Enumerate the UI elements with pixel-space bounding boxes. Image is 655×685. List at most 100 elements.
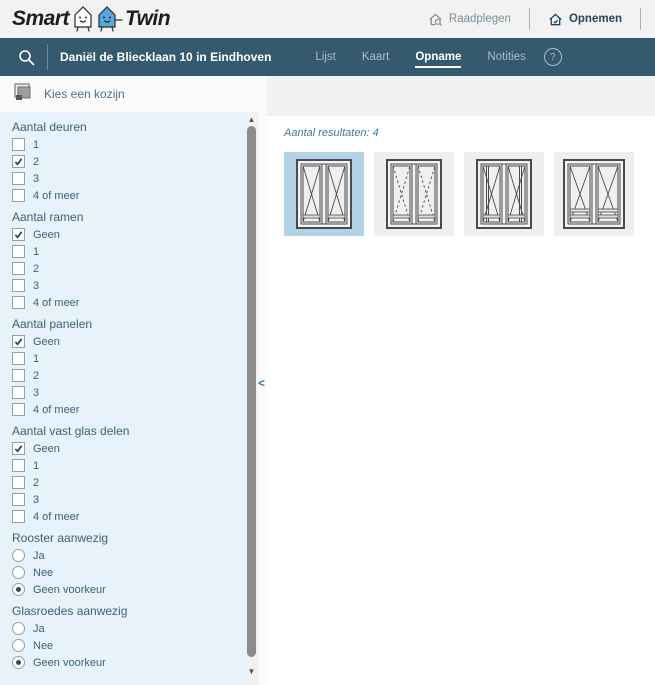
radio-glasroedes-aanwezig-nee[interactable]: Nee [12,637,232,654]
header-divider [640,8,641,30]
sidebar-title: Kies een kozijn [44,87,125,101]
main-top-strip [267,76,655,116]
radio-glasroedes-aanwezig-geen-voorkeur[interactable]: Geen voorkeur [12,654,232,671]
results-count-label: Aantal resultaten: 4 [284,127,655,139]
result-tiles [284,152,655,236]
search-icon[interactable] [18,49,35,66]
filter-sidebar: Kies een kozijn Aantal deuren 1 2 3 4 of… [0,76,258,685]
checkbox-aantal-ramen-3[interactable]: 3 [12,277,232,294]
filter-section: Rooster aanwezig Ja Nee Geen voorkeur [12,525,232,598]
filter-section: Aantal vast glas delen Geen 1 2 3 4 of m… [12,418,232,525]
checkbox-control[interactable] [12,403,25,416]
checkbox-aantal-vast-glas-delen-1[interactable]: 1 [12,457,232,474]
nav-divider [47,44,48,70]
collapse-sidebar-icon[interactable]: < [258,376,265,390]
kozijn-icon [12,82,34,107]
action-raadplegen-button[interactable]: Raadplegen [424,12,515,27]
checkbox-control[interactable] [12,352,25,365]
checkbox-control[interactable] [12,493,25,506]
checkbox-control[interactable] [12,262,25,275]
radio-control[interactable] [12,639,25,652]
checkbox-aantal-deuren-2[interactable]: 2 [12,153,232,170]
checkbox-aantal-panelen-1[interactable]: 1 [12,350,232,367]
filter-section: Aantal deuren 1 2 3 4 of meer [12,114,232,204]
house-search-icon [428,12,443,27]
checkbox-aantal-vast-glas-delen-geen[interactable]: Geen [12,440,232,457]
radio-control[interactable] [12,549,25,562]
checkbox-aantal-deuren-1[interactable]: 1 [12,136,232,153]
filter-section-title: Glasroedes aanwezig [12,598,232,620]
checkbox-aantal-panelen-4-of-meer[interactable]: 4 of meer [12,401,232,418]
checkbox-control[interactable] [12,228,25,241]
radio-rooster-aanwezig-ja[interactable]: Ja [12,547,232,564]
checkbox-control[interactable] [12,172,25,185]
address-label: Daniël de Bliecklaan 10 in Eindhoven [60,50,271,64]
checkbox-aantal-vast-glas-delen-4-of-meer[interactable]: 4 of meer [12,508,232,525]
tab-opname[interactable]: Opname [415,47,461,68]
scroll-down-icon[interactable]: ▼ [245,665,258,677]
help-icon[interactable]: ? [544,48,562,66]
scroll-up-icon[interactable]: ▲ [245,113,258,125]
checkbox-control[interactable] [12,279,25,292]
checkbox-aantal-vast-glas-delen-3[interactable]: 3 [12,491,232,508]
radio-control[interactable] [12,656,25,669]
header-actions: Raadplegen Opnemen [424,0,655,38]
filter-section-title: Aantal ramen [12,204,232,226]
checkbox-control[interactable] [12,510,25,523]
nav-tabs: Lijst Kaart Opname Notities [315,47,525,68]
checkbox-control[interactable] [12,138,25,151]
sidebar-scrollbar[interactable]: ▲ ▼ [245,112,258,685]
checkbox-control[interactable] [12,442,25,455]
checkbox-aantal-ramen-4-of-meer[interactable]: 4 of meer [12,294,232,311]
radio-rooster-aanwezig-nee[interactable]: Nee [12,564,232,581]
filter-section-title: Aantal vast glas delen [12,418,232,440]
checkbox-aantal-ramen-2[interactable]: 2 [12,260,232,277]
checkbox-aantal-ramen-geen[interactable]: Geen [12,226,232,243]
tab-kaart[interactable]: Kaart [362,47,390,68]
checkbox-aantal-panelen-2[interactable]: 2 [12,367,232,384]
top-header: Smart [0,0,655,38]
sidebar-header: Kies een kozijn [0,76,258,112]
checkbox-control[interactable] [12,369,25,382]
checkbox-control[interactable] [12,245,25,258]
filter-section-title: Rooster aanwezig [12,525,232,547]
filter-section: Glasroedes aanwezig Ja Nee Geen voorkeur [12,598,232,671]
radio-control[interactable] [12,566,25,579]
tab-lijst[interactable]: Lijst [315,47,335,68]
checkbox-aantal-deuren-4-of-meer[interactable]: 4 of meer [12,187,232,204]
radio-glasroedes-aanwezig-ja[interactable]: Ja [12,620,232,637]
checkbox-control[interactable] [12,189,25,202]
checkbox-control[interactable] [12,459,25,472]
filter-section: Aantal panelen Geen 1 2 3 4 of meer [12,311,232,418]
radio-control[interactable] [12,583,25,596]
radio-rooster-aanwezig-geen-voorkeur[interactable]: Geen voorkeur [12,581,232,598]
checkbox-aantal-deuren-3[interactable]: 3 [12,170,232,187]
result-double-door-dashed-x[interactable] [374,152,454,236]
house-check-icon [548,12,563,27]
filter-panel: Aantal deuren 1 2 3 4 of meer Aantal ram… [0,112,258,685]
scrollbar-thumb[interactable] [247,126,256,657]
checkbox-control[interactable] [12,155,25,168]
navbar: Daniël de Bliecklaan 10 in Eindhoven Lij… [0,38,655,76]
checkbox-aantal-vast-glas-delen-2[interactable]: 2 [12,474,232,491]
checkbox-control[interactable] [12,386,25,399]
result-double-door-solid-x[interactable] [284,152,364,236]
checkbox-control[interactable] [12,476,25,489]
result-double-door-sidelights[interactable] [464,152,544,236]
tab-notities[interactable]: Notities [487,47,525,68]
result-double-door-double-bars[interactable] [554,152,634,236]
action-opnemen-button[interactable]: Opnemen [544,12,626,27]
checkbox-aantal-panelen-geen[interactable]: Geen [12,333,232,350]
checkbox-control[interactable] [12,296,25,309]
app-logo[interactable]: Smart [12,4,170,34]
filter-section: Aantal ramen Geen 1 2 3 4 of meer [12,204,232,311]
header-divider [529,8,530,30]
filter-section-title: Aantal panelen [12,311,232,333]
content: Kies een kozijn Aantal deuren 1 2 3 4 of… [0,76,655,685]
radio-control[interactable] [12,622,25,635]
checkbox-aantal-ramen-1[interactable]: 1 [12,243,232,260]
filter-section-title: Aantal deuren [12,114,232,136]
checkbox-aantal-panelen-3[interactable]: 3 [12,384,232,401]
checkbox-control[interactable] [12,335,25,348]
logo-text-smart: Smart [12,4,69,34]
